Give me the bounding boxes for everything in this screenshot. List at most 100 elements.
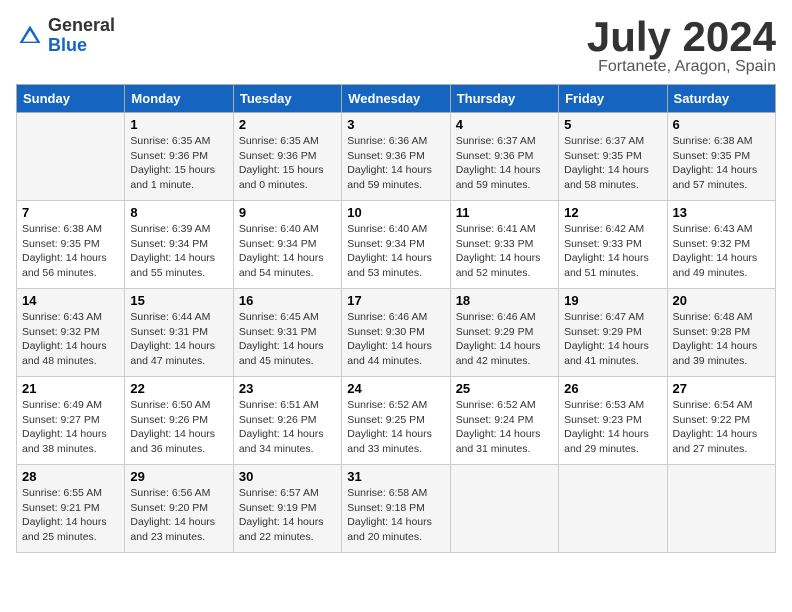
calendar-cell: 8Sunrise: 6:39 AMSunset: 9:34 PMDaylight… bbox=[125, 201, 233, 289]
day-number: 11 bbox=[456, 205, 553, 220]
calendar-cell: 21 Sunrise: 6:49 AMSunset: 9:27 PMDayligh… bbox=[17, 377, 125, 465]
day-number: 15 bbox=[130, 293, 227, 308]
calendar-week-row: 1 Sunrise: 6:35 AMSunset: 9:36 PMDaylight… bbox=[17, 113, 776, 201]
header-monday: Monday bbox=[125, 85, 233, 113]
header-tuesday: Tuesday bbox=[233, 85, 341, 113]
day-info: Sunrise: 6:51 AMSunset: 9:26 PMDaylight:… bbox=[239, 398, 336, 457]
calendar-cell: 25Sunrise: 6:52 AMSunset: 9:24 PMDayligh… bbox=[450, 377, 558, 465]
title-block: July 2024 Fortanete, Aragon, Spain bbox=[587, 16, 776, 76]
location-subtitle: Fortanete, Aragon, Spain bbox=[587, 58, 776, 76]
day-number: 2 bbox=[239, 117, 336, 132]
day-number: 19 bbox=[564, 293, 661, 308]
day-number: 12 bbox=[564, 205, 661, 220]
day-number: 20 bbox=[673, 293, 770, 308]
day-number: 28 bbox=[22, 469, 119, 484]
calendar-cell: 19 Sunrise: 6:47 AMSunset: 9:29 PMDayligh… bbox=[559, 289, 667, 377]
calendar-cell: 12Sunrise: 6:42 AMSunset: 9:33 PMDayligh… bbox=[559, 201, 667, 289]
calendar-cell bbox=[559, 465, 667, 553]
calendar-cell: 2 Sunrise: 6:35 AMSunset: 9:36 PMDaylight… bbox=[233, 113, 341, 201]
header-thursday: Thursday bbox=[450, 85, 558, 113]
day-info: Sunrise: 6:35 AMSunset: 9:36 PMDaylight:… bbox=[239, 134, 336, 193]
day-info: Sunrise: 6:48 AMSunset: 9:28 PMDaylight:… bbox=[673, 310, 770, 369]
day-number: 6 bbox=[673, 117, 770, 132]
day-number: 21 bbox=[22, 381, 119, 396]
calendar-cell: 23 Sunrise: 6:51 AMSunset: 9:26 PMDayligh… bbox=[233, 377, 341, 465]
day-info: Sunrise: 6:58 AMSunset: 9:18 PMDaylight:… bbox=[347, 486, 444, 545]
day-info: Sunrise: 6:53 AMSunset: 9:23 PMDaylight:… bbox=[564, 398, 661, 457]
day-info: Sunrise: 6:46 AMSunset: 9:30 PMDaylight:… bbox=[347, 310, 444, 369]
header-friday: Friday bbox=[559, 85, 667, 113]
day-number: 17 bbox=[347, 293, 444, 308]
calendar-week-row: 7 Sunrise: 6:38 AMSunset: 9:35 PMDaylight… bbox=[17, 201, 776, 289]
day-info: Sunrise: 6:43 AMSunset: 9:32 PMDaylight:… bbox=[673, 222, 770, 281]
day-info: Sunrise: 6:43 AMSunset: 9:32 PMDaylight:… bbox=[22, 310, 119, 369]
day-info: Sunrise: 6:44 AMSunset: 9:31 PMDaylight:… bbox=[130, 310, 227, 369]
logo: General Blue bbox=[16, 16, 115, 56]
day-info: Sunrise: 6:37 AMSunset: 9:36 PMDaylight:… bbox=[456, 134, 553, 193]
calendar-cell: 5 Sunrise: 6:37 AMSunset: 9:35 PMDaylight… bbox=[559, 113, 667, 201]
day-number: 31 bbox=[347, 469, 444, 484]
logo-icon bbox=[16, 22, 44, 50]
calendar-cell: 20 Sunrise: 6:48 AMSunset: 9:28 PMDayligh… bbox=[667, 289, 775, 377]
day-number: 18 bbox=[456, 293, 553, 308]
logo-text: General Blue bbox=[48, 16, 115, 56]
calendar-cell: 16Sunrise: 6:45 AMSunset: 9:31 PMDayligh… bbox=[233, 289, 341, 377]
calendar-cell: 31 Sunrise: 6:58 AMSunset: 9:18 PMDayligh… bbox=[342, 465, 450, 553]
day-info: Sunrise: 6:40 AMSunset: 9:34 PMDaylight:… bbox=[347, 222, 444, 281]
day-info: Sunrise: 6:38 AMSunset: 9:35 PMDaylight:… bbox=[673, 134, 770, 193]
day-number: 14 bbox=[22, 293, 119, 308]
day-number: 3 bbox=[347, 117, 444, 132]
day-number: 5 bbox=[564, 117, 661, 132]
day-info: Sunrise: 6:52 AMSunset: 9:24 PMDaylight:… bbox=[456, 398, 553, 457]
logo-general-text: General bbox=[48, 16, 115, 36]
day-info: Sunrise: 6:49 AMSunset: 9:27 PMDaylight:… bbox=[22, 398, 119, 457]
logo-blue-text: Blue bbox=[48, 36, 115, 56]
calendar-cell: 14 Sunrise: 6:43 AMSunset: 9:32 PMDayligh… bbox=[17, 289, 125, 377]
day-info: Sunrise: 6:52 AMSunset: 9:25 PMDaylight:… bbox=[347, 398, 444, 457]
day-number: 27 bbox=[673, 381, 770, 396]
calendar-cell: 7 Sunrise: 6:38 AMSunset: 9:35 PMDaylight… bbox=[17, 201, 125, 289]
day-info: Sunrise: 6:55 AMSunset: 9:21 PMDaylight:… bbox=[22, 486, 119, 545]
calendar-cell: 15 Sunrise: 6:44 AMSunset: 9:31 PMDayligh… bbox=[125, 289, 233, 377]
header-wednesday: Wednesday bbox=[342, 85, 450, 113]
calendar-cell bbox=[450, 465, 558, 553]
day-number: 22 bbox=[130, 381, 227, 396]
day-info: Sunrise: 6:38 AMSunset: 9:35 PMDaylight:… bbox=[22, 222, 119, 281]
day-number: 13 bbox=[673, 205, 770, 220]
day-number: 10 bbox=[347, 205, 444, 220]
day-info: Sunrise: 6:37 AMSunset: 9:35 PMDaylight:… bbox=[564, 134, 661, 193]
calendar-cell: 3Sunrise: 6:36 AMSunset: 9:36 PMDaylight… bbox=[342, 113, 450, 201]
day-number: 7 bbox=[22, 205, 119, 220]
day-info: Sunrise: 6:54 AMSunset: 9:22 PMDaylight:… bbox=[673, 398, 770, 457]
day-number: 1 bbox=[130, 117, 227, 132]
day-info: Sunrise: 6:45 AMSunset: 9:31 PMDaylight:… bbox=[239, 310, 336, 369]
day-info: Sunrise: 6:50 AMSunset: 9:26 PMDaylight:… bbox=[130, 398, 227, 457]
month-title: July 2024 bbox=[587, 16, 776, 58]
calendar-week-row: 14 Sunrise: 6:43 AMSunset: 9:32 PMDayligh… bbox=[17, 289, 776, 377]
calendar-cell: 17 Sunrise: 6:46 AMSunset: 9:30 PMDayligh… bbox=[342, 289, 450, 377]
day-number: 30 bbox=[239, 469, 336, 484]
calendar-cell: 4 Sunrise: 6:37 AMSunset: 9:36 PMDaylight… bbox=[450, 113, 558, 201]
header-saturday: Saturday bbox=[667, 85, 775, 113]
calendar-cell: 22 Sunrise: 6:50 AMSunset: 9:26 PMDayligh… bbox=[125, 377, 233, 465]
calendar-cell: 30Sunrise: 6:57 AMSunset: 9:19 PMDayligh… bbox=[233, 465, 341, 553]
calendar-cell: 13 Sunrise: 6:43 AMSunset: 9:32 PMDayligh… bbox=[667, 201, 775, 289]
day-info: Sunrise: 6:46 AMSunset: 9:29 PMDaylight:… bbox=[456, 310, 553, 369]
calendar-cell: 1 Sunrise: 6:35 AMSunset: 9:36 PMDaylight… bbox=[125, 113, 233, 201]
calendar-cell: 11 Sunrise: 6:41 AMSunset: 9:33 PMDayligh… bbox=[450, 201, 558, 289]
calendar-cell: 26Sunrise: 6:53 AMSunset: 9:23 PMDayligh… bbox=[559, 377, 667, 465]
calendar-cell: 10 Sunrise: 6:40 AMSunset: 9:34 PMDayligh… bbox=[342, 201, 450, 289]
calendar-table: SundayMondayTuesdayWednesdayThursdayFrid… bbox=[16, 84, 776, 553]
day-info: Sunrise: 6:47 AMSunset: 9:29 PMDaylight:… bbox=[564, 310, 661, 369]
day-info: Sunrise: 6:41 AMSunset: 9:33 PMDaylight:… bbox=[456, 222, 553, 281]
day-number: 4 bbox=[456, 117, 553, 132]
day-number: 29 bbox=[130, 469, 227, 484]
day-number: 23 bbox=[239, 381, 336, 396]
page-header: General Blue July 2024 Fortanete, Aragon… bbox=[16, 16, 776, 76]
calendar-cell: 28 Sunrise: 6:55 AMSunset: 9:21 PMDayligh… bbox=[17, 465, 125, 553]
calendar-cell bbox=[667, 465, 775, 553]
calendar-cell bbox=[17, 113, 125, 201]
calendar-cell: 29Sunrise: 6:56 AMSunset: 9:20 PMDayligh… bbox=[125, 465, 233, 553]
header-sunday: Sunday bbox=[17, 85, 125, 113]
day-info: Sunrise: 6:35 AMSunset: 9:36 PMDaylight:… bbox=[130, 134, 227, 193]
